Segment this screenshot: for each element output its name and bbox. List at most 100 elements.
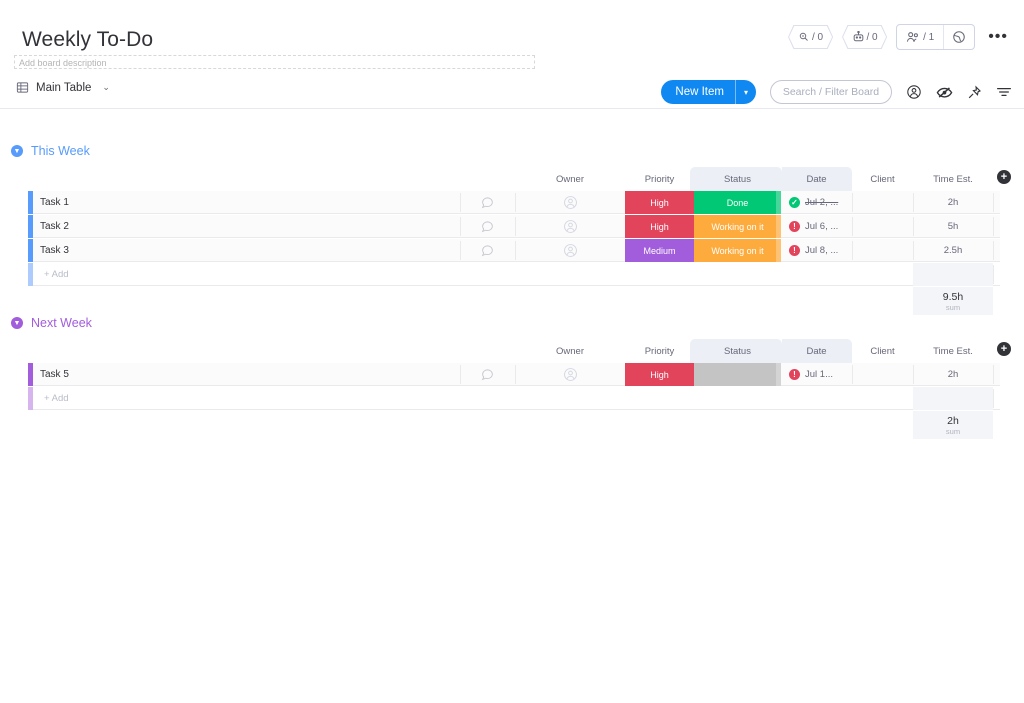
row-client-cell[interactable] (852, 191, 913, 214)
column-header-date[interactable]: Date (781, 339, 852, 363)
column-header-time[interactable]: Time Est. (913, 339, 993, 363)
row-status-chip[interactable]: Working on it (694, 239, 781, 262)
chevron-down-icon[interactable]: ⌄ (102, 82, 110, 93)
group-rows: Task 1 High Done ✓ Jul 2, ... 2h Task 2 High Wor… (0, 191, 1024, 315)
new-item-button[interactable]: New Item ▾ (661, 80, 756, 104)
activity-button[interactable] (944, 30, 974, 44)
row-priority-label: High (650, 221, 669, 232)
add-item-row[interactable]: + Add (0, 263, 1024, 287)
row-updates-cell[interactable] (460, 239, 515, 262)
row-time-cell[interactable]: 2h (913, 363, 993, 386)
avatar-placeholder-icon (563, 195, 578, 210)
column-header-client[interactable]: Client (852, 167, 913, 191)
row-status-label: Done (726, 197, 749, 208)
date-status-badge: ! (789, 221, 800, 232)
row-priority-chip[interactable]: Medium (625, 239, 694, 262)
table-row[interactable]: Task 1 High Done ✓ Jul 2, ... 2h (0, 191, 1024, 215)
automations-count: / 0 (812, 31, 824, 43)
members-icon (906, 31, 920, 43)
column-header-client[interactable]: Client (852, 339, 913, 363)
hide-columns-icon[interactable] (936, 85, 953, 100)
toolbar-divider (0, 108, 1024, 109)
row-priority-chip[interactable]: High (625, 363, 694, 386)
column-header-priority[interactable]: Priority (625, 167, 694, 191)
column-header-date[interactable]: Date (781, 167, 852, 191)
more-options-button[interactable]: ••• (984, 29, 1012, 45)
tab-main-table[interactable]: Main Table ⌄ (16, 81, 110, 94)
row-item-name[interactable]: Task 3 (40, 239, 69, 262)
table-row[interactable]: Task 3 Medium Working on it! Jul 8, ... 2.5h (0, 239, 1024, 263)
column-header-owner[interactable]: Owner (515, 339, 625, 363)
row-priority-chip[interactable]: High (625, 215, 694, 238)
pin-icon[interactable] (967, 85, 982, 100)
row-time-cell[interactable]: 2h (913, 191, 993, 214)
time-sum-value: 9.5h (942, 290, 964, 303)
person-filter-icon[interactable] (906, 84, 922, 100)
search-input[interactable]: Search / Filter Board (770, 80, 892, 104)
row-status-label: Working on it (711, 221, 764, 232)
row-time-cell[interactable]: 2.5h (913, 239, 993, 262)
row-date-cell[interactable]: ✓ Jul 2, ... (781, 191, 852, 214)
group-collapse-icon[interactable]: ▼ (11, 145, 23, 157)
add-item-row[interactable]: + Add (0, 387, 1024, 411)
group-title-label[interactable]: Next Week (31, 316, 92, 330)
row-date-cell[interactable]: ! Jul 8, ... (781, 239, 852, 262)
row-item-name[interactable]: Task 5 (40, 363, 69, 386)
add-item-label[interactable]: + Add (44, 387, 69, 410)
row-time-label: 2h (947, 369, 959, 380)
add-row-time-cell (913, 263, 993, 286)
globe-activity-icon (952, 30, 966, 44)
row-client-cell[interactable] (852, 239, 913, 262)
row-date-label: Jul 6, ... (805, 221, 839, 232)
time-sum-label: sum (945, 426, 961, 436)
tab-main-table-label: Main Table (36, 81, 92, 94)
time-sum-value: 2h (947, 414, 959, 427)
integrations-button[interactable]: / 0 (842, 25, 888, 49)
new-item-caret-icon[interactable]: ▾ (736, 80, 756, 104)
group-header: ▼ This Week (0, 140, 1024, 162)
column-header-status[interactable]: Status (694, 167, 781, 191)
new-item-label: New Item (675, 86, 724, 98)
table-row[interactable]: Task 5 High ! Jul 1... 2h (0, 363, 1024, 387)
row-status-chip[interactable] (694, 363, 781, 386)
invite-members-button[interactable]: / 1 (897, 31, 943, 43)
add-item-label[interactable]: + Add (44, 263, 69, 286)
filter-icon[interactable] (996, 85, 1012, 99)
cell-divider (993, 241, 994, 260)
time-sum-cell[interactable]: 2h sum (913, 411, 993, 439)
row-client-cell[interactable] (852, 363, 913, 386)
row-item-name[interactable]: Task 2 (40, 215, 69, 238)
row-status-chip[interactable]: Done (694, 191, 781, 214)
row-updates-cell[interactable] (460, 215, 515, 238)
group-collapse-icon[interactable]: ▼ (11, 317, 23, 329)
page-title[interactable]: Weekly To-Do (22, 27, 153, 53)
column-header-time[interactable]: Time Est. (913, 167, 993, 191)
row-owner-cell[interactable] (515, 363, 625, 386)
row-date-cell[interactable]: ! Jul 1... (781, 363, 852, 386)
row-priority-label: High (650, 197, 669, 208)
column-header-status[interactable]: Status (694, 339, 781, 363)
table-row[interactable]: Task 2 High Working on it! Jul 6, ... 5h (0, 215, 1024, 239)
column-header-priority[interactable]: Priority (625, 339, 694, 363)
row-owner-cell[interactable] (515, 191, 625, 214)
add-column-button[interactable]: + (997, 170, 1011, 184)
row-item-name[interactable]: Task 1 (40, 191, 69, 214)
row-client-cell[interactable] (852, 215, 913, 238)
row-time-cell[interactable]: 5h (913, 215, 993, 238)
row-date-cell[interactable]: ! Jul 6, ... (781, 215, 852, 238)
row-priority-chip[interactable]: High (625, 191, 694, 214)
time-sum-cell[interactable]: 9.5h sum (913, 287, 993, 315)
row-updates-cell[interactable] (460, 363, 515, 386)
row-owner-cell[interactable] (515, 239, 625, 262)
add-column-button[interactable]: + (997, 342, 1011, 356)
board-description-input[interactable]: Add board description (14, 55, 535, 69)
row-owner-cell[interactable] (515, 215, 625, 238)
column-headers: Owner Priority Status Date Client Time Est. + (0, 167, 1024, 213)
automations-button[interactable]: / 0 (788, 25, 834, 49)
group-title-label[interactable]: This Week (31, 144, 90, 158)
row-status-chip[interactable]: Working on it (694, 215, 781, 238)
row-date-label: Jul 1... (805, 369, 833, 380)
row-updates-cell[interactable] (460, 191, 515, 214)
automation-robot-icon (798, 31, 810, 43)
column-header-owner[interactable]: Owner (515, 167, 625, 191)
